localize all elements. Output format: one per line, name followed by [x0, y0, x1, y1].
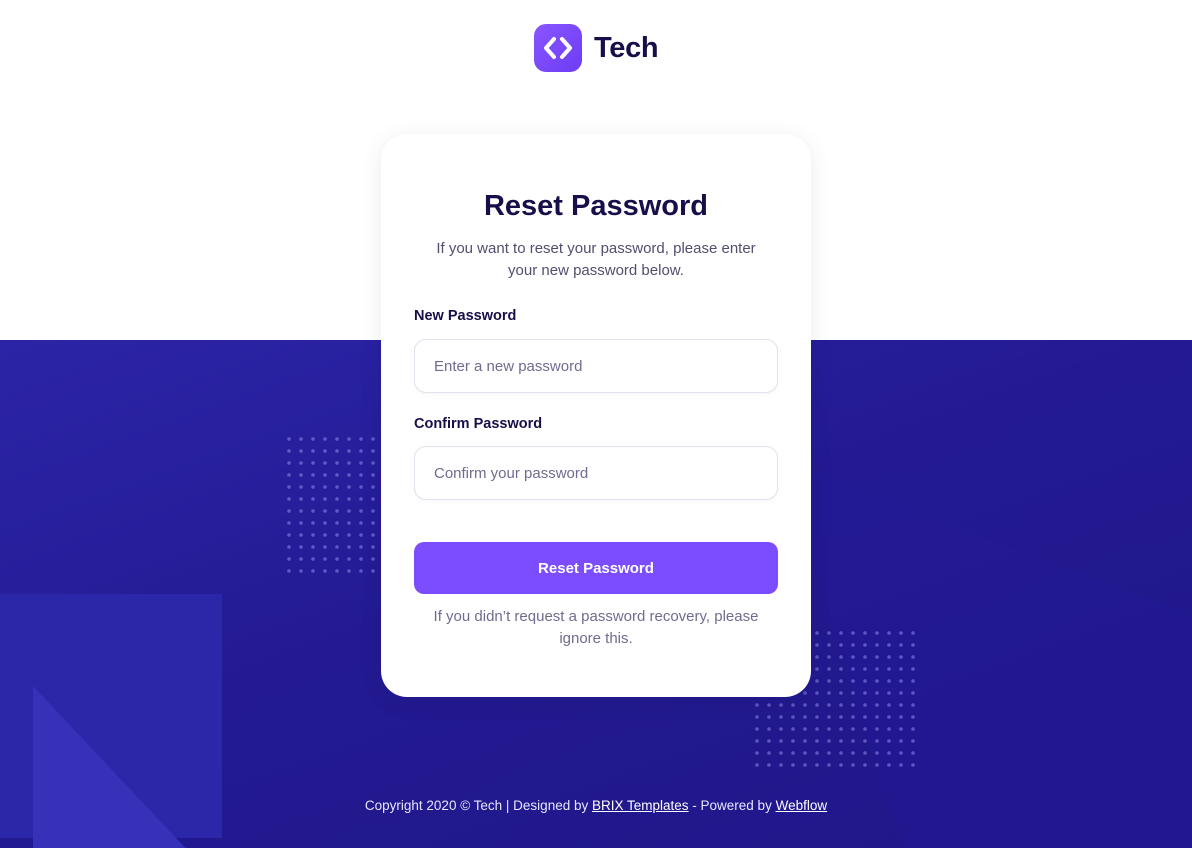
- new-password-input[interactable]: [414, 339, 778, 393]
- reset-password-button[interactable]: Reset Password: [414, 542, 778, 594]
- reset-password-card: Reset Password If you want to reset your…: [381, 134, 811, 697]
- webflow-link[interactable]: Webflow: [776, 798, 828, 813]
- footer-copyright: Copyright 2020 © Tech | Designed by: [364, 798, 592, 813]
- ignore-note: If you didn’t request a password recover…: [433, 608, 759, 647]
- confirm-password-input[interactable]: [414, 446, 778, 500]
- brix-templates-link[interactable]: BRIX Templates: [592, 798, 689, 813]
- confirm-password-label: Confirm Password: [414, 416, 543, 432]
- card-title: Reset Password: [483, 190, 709, 222]
- footer: Copyright 2020 © Tech | Designed by BRIX…: [0, 798, 1192, 813]
- footer-powered-by: - Powered by: [688, 798, 776, 813]
- dot-grid-left: [287, 437, 375, 573]
- code-brackets-icon: [534, 24, 582, 72]
- brand-logo[interactable]: Tech: [534, 24, 659, 72]
- card-subtitle: If you want to reset your password, plea…: [436, 240, 756, 279]
- brand-name: Tech: [594, 31, 659, 64]
- new-password-label: New Password: [414, 308, 517, 324]
